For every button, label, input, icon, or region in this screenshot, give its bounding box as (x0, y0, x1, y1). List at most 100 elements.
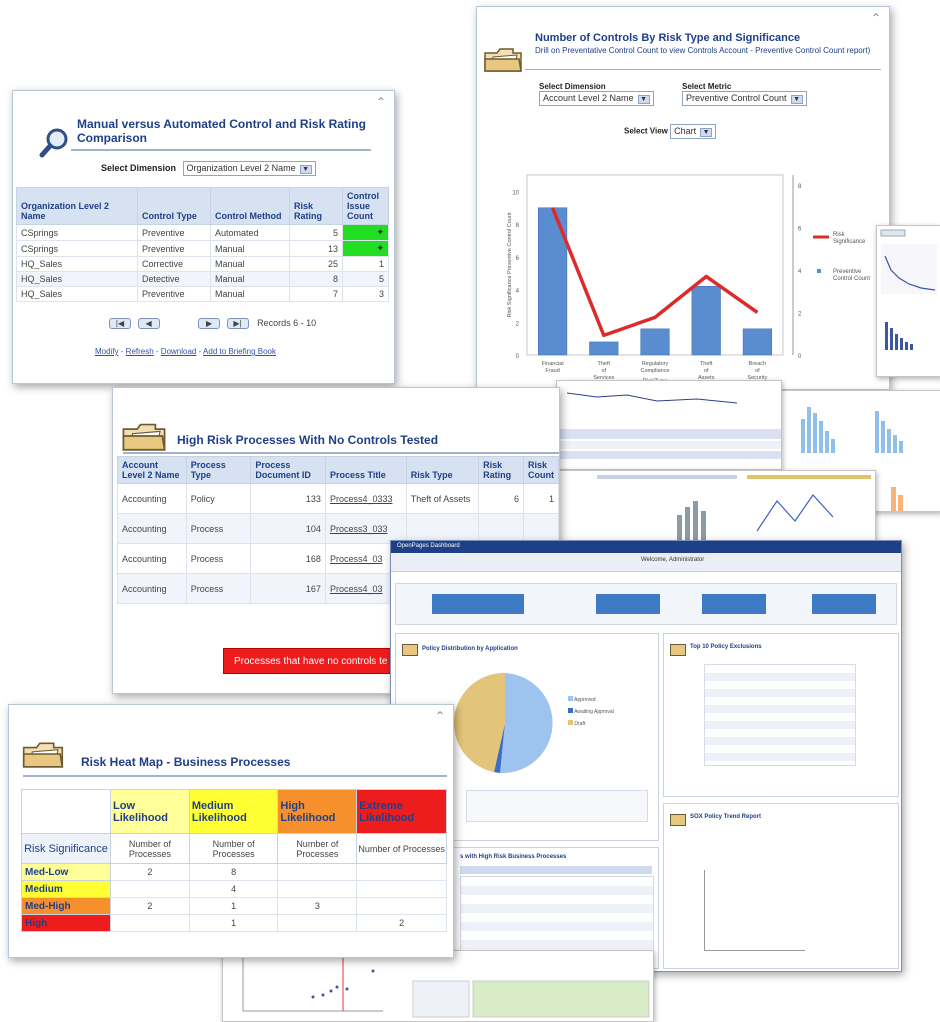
controls-by-risk-type-panel: ⌃ Number of Controls By Risk Type and Si… (476, 6, 890, 390)
issue-count-cell[interactable]: ✦ (342, 240, 389, 257)
heat-map-row: Med-Low 2 8 (21, 863, 447, 881)
bar (589, 341, 619, 356)
filter-bar (395, 583, 897, 625)
process-title-link[interactable]: Process3_033 (324, 513, 407, 544)
comparison-table: Organization Level 2 Name Control Type C… (16, 187, 389, 302)
risk-heat-map-panel: ⌃ Risk Heat Map - Business Processes Low… (8, 704, 454, 958)
chevron-down-icon: ▼ (790, 95, 803, 104)
y-axis-label: Risk Significance Preventive Control Cou… (507, 212, 513, 317)
heat-map-table: Low Likelihood Medium Likelihood High Li… (21, 789, 447, 932)
heat-map-row: Med-High 2 1 3 (21, 897, 447, 915)
collapse-icon[interactable]: ⌃ (871, 11, 881, 25)
dimension-select[interactable]: Account Level 2 Name ▼ (539, 91, 654, 106)
next-page-button[interactable]: ▶ (198, 318, 221, 329)
metric-select[interactable]: Preventive Control Count ▼ (682, 91, 807, 106)
y-tick-label: 4 (516, 289, 520, 295)
heat-map-row: High 1 2 (21, 914, 447, 932)
first-page-button[interactable]: |◀ (109, 318, 131, 329)
filter-box[interactable] (432, 594, 524, 614)
column-header[interactable]: Account Level 2 Name (117, 456, 187, 484)
legend-item: Awaiting Approval (568, 706, 614, 718)
folder-icon (670, 814, 686, 826)
subpanel-title: SOX Policy Trend Report (690, 814, 762, 820)
panel-subtitle: Drill on Preventative Control Count to v… (535, 46, 871, 55)
dimension-select[interactable]: Organization Level 2 Name ▼ (182, 161, 316, 176)
chevron-down-icon: ▼ (700, 128, 713, 137)
select-dimension-label: Select Dimension (101, 162, 177, 173)
filter-box[interactable] (812, 594, 876, 614)
pie-chart (453, 672, 553, 774)
modify-link[interactable]: Modify (95, 347, 119, 356)
table-row: CSprings Preventive Automated 5 ✦ (16, 224, 389, 241)
chevron-down-icon: ▼ (637, 95, 650, 104)
column-header[interactable]: Control Method (210, 187, 290, 225)
likelihood-header: Extreme Likelihood (356, 789, 447, 834)
legend-item: Draft (568, 718, 614, 730)
panel-title: Risk Heat Map - Business Processes (81, 755, 291, 769)
y-tick-label: 10 (512, 190, 519, 196)
likelihood-header: Low Likelihood (110, 789, 190, 834)
column-header[interactable]: Risk Rating (289, 187, 343, 225)
legend-swatch-bar (817, 269, 821, 273)
category-label: Theft (598, 361, 611, 367)
process-title-link[interactable]: Process4_0333 (324, 483, 407, 514)
panel-title: Number of Controls By Risk Type and Sign… (535, 32, 801, 44)
heat-map-row: Medium 4 (21, 880, 447, 898)
collapse-icon[interactable]: ⌃ (435, 709, 445, 723)
column-header[interactable]: Process Type (185, 456, 252, 484)
trend-subpanel: SOX Policy Trend Report (663, 803, 899, 969)
table-row: Accounting Process 104 Process3_033 (117, 513, 559, 544)
column-header[interactable]: Risk Count (523, 456, 559, 484)
column-header[interactable]: Risk Rating (478, 456, 524, 484)
category-label: of (704, 368, 709, 374)
column-header[interactable]: Control Issue Count (342, 187, 389, 225)
category-label: Financial (542, 361, 564, 367)
column-header[interactable]: Control Type (137, 187, 211, 225)
small-charts-thumbnail (876, 225, 940, 377)
subpanel-title: Policy Distribution by Application (422, 646, 518, 652)
significance-label: High (21, 914, 111, 932)
y2-tick-label: 8 (798, 184, 802, 190)
bar (640, 328, 670, 356)
bar (742, 328, 772, 356)
folder-icon (22, 742, 64, 768)
download-link[interactable]: Download (161, 347, 197, 356)
drill-icon: ✦ (376, 243, 384, 253)
last-page-button[interactable]: ▶| (226, 318, 249, 329)
column-subheader: Number of Processes (110, 833, 190, 864)
y2-tick-label: 2 (798, 311, 802, 317)
filter-box[interactable] (596, 594, 660, 614)
column-header[interactable]: Risk Type (405, 456, 480, 484)
category-label: Breach (749, 361, 766, 367)
column-header[interactable]: Organization Level 2 Name (16, 187, 138, 225)
prev-page-button[interactable]: ◀ (137, 318, 160, 329)
y-tick-label: 2 (516, 321, 520, 327)
category-label: Theft (700, 361, 713, 367)
app-titlebar: OpenPages Dashboard (391, 541, 901, 553)
table-row: HQ_Sales Preventive Manual 7 3 (16, 286, 389, 302)
bar (691, 286, 721, 356)
bar-line-thumbnail (556, 470, 876, 550)
row-header: Risk Significance (21, 833, 111, 864)
dimension-label: Select Dimension (539, 82, 606, 91)
y2-tick-label: 6 (798, 226, 802, 232)
add-to-briefing-book-link[interactable]: Add to Briefing Book (203, 347, 276, 356)
collapse-icon[interactable]: ⌃ (376, 95, 386, 109)
column-header[interactable]: Process Document ID (250, 456, 326, 484)
y2-tick-label: 0 (798, 354, 802, 360)
view-select[interactable]: Chart ▼ (670, 124, 717, 139)
subpanel-title: s with High Risk Business Processes (460, 854, 567, 860)
column-header[interactable]: Process Title (324, 456, 407, 484)
table-row: HQ_Sales Detective Manual 8 5 (16, 271, 389, 287)
scatter-thumbnail (222, 950, 654, 1022)
issue-count-cell[interactable]: ✦ (342, 224, 389, 241)
subpanel-title: Top 10 Policy Exclusions (690, 644, 762, 650)
category-label: of (602, 368, 607, 374)
filter-box[interactable] (702, 594, 766, 614)
category-label: of (755, 368, 760, 374)
legend-label: Risk (833, 232, 846, 238)
y-tick-label: 0 (516, 354, 520, 360)
folder-icon (484, 48, 522, 72)
significance-label: Med-Low (21, 863, 111, 881)
refresh-link[interactable]: Refresh (126, 347, 154, 356)
